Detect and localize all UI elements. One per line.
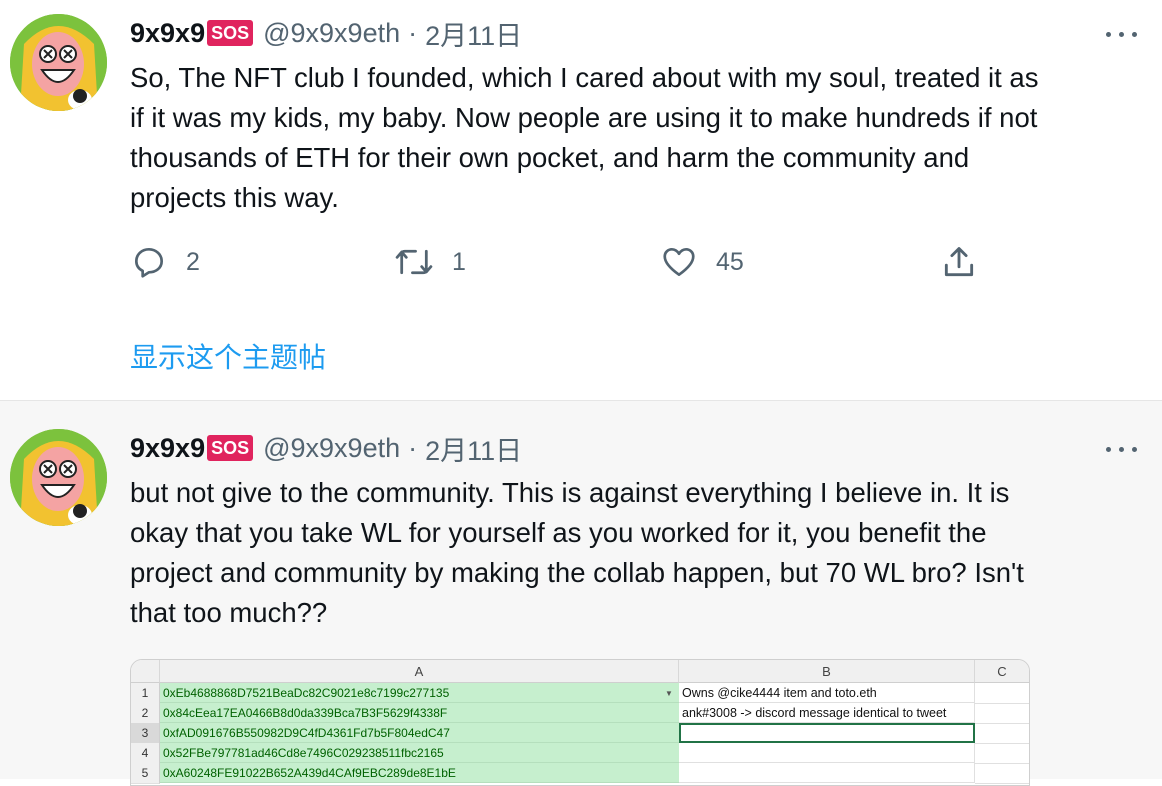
author-name[interactable]: 9x9x9: [130, 433, 205, 464]
more-options-icon[interactable]: [1104, 439, 1140, 459]
retweet-button[interactable]: 1: [394, 241, 466, 283]
share-button[interactable]: [940, 241, 978, 283]
share-icon: [944, 247, 974, 277]
tweet-header: 9x9x9 SOS @9x9x9eth · 2月11日: [130, 429, 522, 468]
tweet-text-line: okay that you take WL for yourself as yo…: [130, 517, 987, 548]
cell-selected: [679, 723, 975, 743]
tweet-text-line: projects this way.: [130, 182, 339, 213]
spreadsheet-image[interactable]: A B C 1 0xEb4688868D7521BeaDc82C9021e8c7…: [130, 659, 1030, 786]
tweet-text-line: but not give to the community. This is a…: [130, 477, 1010, 508]
cell-empty: [975, 683, 1029, 704]
cell-address: 0x52FBe797781ad46Cd8e7496C029238511fbc21…: [160, 743, 679, 763]
cell-address: 0xEb4688868D7521BeaDc82C9021e8c7199c2771…: [160, 683, 679, 703]
select-all-corner: [131, 660, 160, 683]
cell-empty: [975, 763, 1029, 784]
tweet-date[interactable]: 2月11日: [425, 429, 522, 468]
author-name[interactable]: 9x9x9: [130, 18, 205, 49]
retweet-count: 1: [452, 247, 466, 276]
like-button[interactable]: 45: [660, 241, 744, 283]
cell-address: 0xfAD091676B550982D9C4fD4361Fd7b5F804edC…: [160, 723, 679, 743]
cell-address: 0x84cEea17EA0466B8d0da339Bca7B3F5629f433…: [160, 703, 679, 723]
cell-note: [679, 743, 975, 763]
cell-note: ank#3008 -> discord message identical to…: [679, 703, 975, 723]
sos-badge: SOS: [207, 435, 254, 461]
tweet-text-line: project and community by making the coll…: [130, 557, 1024, 588]
cell-note: [679, 763, 975, 783]
tweet-text-line: if it was my kids, my baby. Now people a…: [130, 102, 1038, 133]
tweet-text-line: thousands of ETH for their own pocket, a…: [130, 142, 970, 173]
reply-count: 2: [186, 247, 200, 276]
author-avatar[interactable]: [10, 14, 107, 111]
cartoon-face-icon: [10, 429, 107, 526]
retweet-icon: [395, 249, 433, 275]
heart-icon: [663, 247, 695, 277]
separator-dot: ·: [408, 17, 418, 48]
reply-button[interactable]: 2: [130, 241, 200, 283]
show-thread-link[interactable]: 显示这个主题帖: [130, 336, 326, 376]
author-handle[interactable]: @9x9x9eth: [263, 433, 400, 464]
column-header-a: A: [160, 660, 679, 683]
tweet-actions: 2 1 45: [130, 241, 1000, 283]
row-number: 3: [131, 723, 160, 744]
cell-empty: [975, 723, 1029, 744]
tweet-text-line: that too much??: [130, 597, 328, 628]
tweet-1[interactable]: 9x9x9 SOS @9x9x9eth · 2月11日 So, The NFT …: [0, 0, 1162, 400]
tweet-text: but not give to the community. This is a…: [130, 473, 1140, 633]
separator-dot: ·: [408, 432, 418, 463]
row-number: 5: [131, 763, 160, 784]
reply-icon: [134, 247, 164, 278]
row-number: 4: [131, 743, 160, 764]
author-handle[interactable]: @9x9x9eth: [263, 18, 400, 49]
sos-badge: SOS: [207, 20, 254, 46]
tweet-text-line: So, The NFT club I founded, which I care…: [130, 62, 1039, 93]
cell-address: 0xA60248FE91022B652A439d4CAf9EBC289de8E1…: [160, 763, 679, 783]
tweet-text: So, The NFT club I founded, which I care…: [130, 58, 1140, 218]
cell-empty: [975, 743, 1029, 764]
column-header-b: B: [679, 660, 975, 683]
cartoon-face-icon: [10, 14, 107, 111]
dropdown-arrow-icon: ▼: [665, 689, 673, 698]
more-options-icon[interactable]: [1104, 24, 1140, 44]
cell-empty: [975, 703, 1029, 724]
column-header-c: C: [975, 660, 1029, 683]
like-count: 45: [716, 247, 744, 276]
row-number: 1: [131, 683, 160, 704]
tweet-date[interactable]: 2月11日: [425, 14, 522, 53]
tweet-2[interactable]: 9x9x9 SOS @9x9x9eth · 2月11日 but not give…: [0, 400, 1162, 786]
cell-note: Owns @cike4444 item and toto.eth: [679, 683, 975, 703]
author-avatar[interactable]: [10, 429, 107, 526]
tweet-header: 9x9x9 SOS @9x9x9eth · 2月11日: [130, 14, 522, 53]
row-number: 2: [131, 703, 160, 724]
